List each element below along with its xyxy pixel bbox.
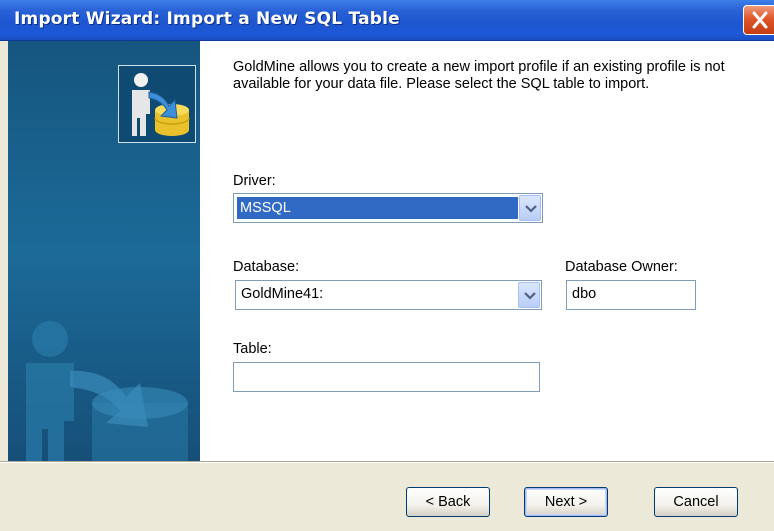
- table-input[interactable]: [233, 362, 540, 392]
- driver-label: Driver:: [233, 173, 276, 189]
- title-bar[interactable]: Import Wizard: Import a New SQL Table: [0, 0, 774, 41]
- close-icon: [752, 11, 768, 29]
- driver-value: MSSQL: [237, 197, 518, 219]
- chevron-down-icon: [525, 205, 537, 213]
- database-owner-label: Database Owner:: [565, 259, 678, 275]
- import-wizard-watermark-icon: [26, 321, 188, 461]
- close-button[interactable]: [743, 5, 774, 35]
- database-label: Database:: [233, 259, 300, 275]
- window-title: Import Wizard: Import a New SQL Table: [14, 9, 400, 29]
- driver-dropdown[interactable]: MSSQL: [233, 193, 543, 223]
- cancel-button[interactable]: Cancel: [654, 487, 738, 517]
- database-value: GoldMine41:: [241, 286, 324, 302]
- next-button[interactable]: Next >: [524, 487, 608, 517]
- database-owner-input[interactable]: dbo: [566, 280, 696, 310]
- database-dropdown[interactable]: GoldMine41:: [235, 280, 542, 310]
- wizard-description: GoldMine allows you to create a new impo…: [233, 59, 725, 92]
- wizard-banner: [8, 41, 200, 461]
- button-area-divider-highlight: [0, 462, 774, 463]
- chevron-down-icon: [524, 292, 536, 300]
- table-label: Table:: [233, 341, 272, 357]
- database-dropdown-button[interactable]: [518, 282, 540, 308]
- driver-dropdown-button[interactable]: [519, 195, 541, 221]
- import-wizard-window: Import Wizard: Import a New SQL Table Go…: [0, 0, 774, 531]
- import-wizard-icon: [118, 65, 196, 143]
- back-button[interactable]: < Back: [406, 487, 490, 517]
- wizard-content: GoldMine allows you to create a new impo…: [200, 41, 774, 461]
